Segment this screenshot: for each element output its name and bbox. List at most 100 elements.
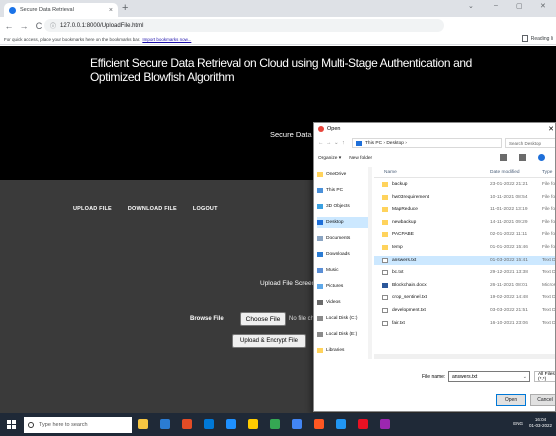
language-indicator[interactable]: ENG bbox=[513, 421, 523, 426]
file-type: Text D bbox=[542, 320, 556, 326]
cancel-button[interactable]: Cancel bbox=[530, 394, 555, 406]
menu-upload-file[interactable]: UPLOAD FILE bbox=[73, 206, 112, 212]
taskbar-app-icon[interactable] bbox=[204, 419, 214, 429]
tab-title: Secure Data Retrieval bbox=[20, 7, 74, 13]
new-folder-button[interactable]: New folder bbox=[349, 156, 372, 161]
column-name[interactable]: Name bbox=[384, 170, 397, 175]
url-text[interactable]: 127.0.0.1:8000/UploadFile.html bbox=[60, 23, 143, 29]
nav-item[interactable]: Downloads bbox=[317, 249, 369, 260]
menu-download-file[interactable]: DOWNLOAD FILE bbox=[128, 206, 177, 212]
address-bar[interactable]: ⓘ 127.0.0.1:8000/UploadFile.html bbox=[44, 19, 444, 32]
nav-item-label: Desktop bbox=[326, 220, 344, 225]
nav-item[interactable]: OneDrive bbox=[317, 169, 369, 180]
nav-item[interactable]: Local Disk (C:) bbox=[317, 313, 369, 324]
dialog-close-icon[interactable]: ✕ bbox=[548, 125, 554, 133]
file-name: answers.txt bbox=[392, 257, 417, 263]
organize-button[interactable]: Organize ▾ bbox=[318, 156, 341, 161]
column-date-modified[interactable]: Date modified bbox=[490, 170, 520, 175]
nav-item-label: OneDrive bbox=[326, 172, 347, 177]
file-row[interactable]: answers.txt 01-03-2022 15:41 Text D bbox=[374, 255, 555, 266]
nav-item[interactable]: Music bbox=[317, 265, 369, 276]
file-row[interactable]: fair.txt 16-10-2021 23:06 Text D bbox=[374, 319, 556, 329]
close-window-icon[interactable]: ✕ bbox=[540, 2, 546, 10]
file-row[interactable]: PACPABE 02-01-2022 11:11 File fol bbox=[374, 230, 555, 240]
taskbar-app-icon[interactable] bbox=[380, 419, 390, 429]
back-icon[interactable]: ← bbox=[3, 21, 15, 31]
file-list-scrollbar[interactable] bbox=[374, 354, 555, 359]
view-controls bbox=[500, 154, 553, 161]
new-tab-button[interactable]: + bbox=[122, 2, 128, 14]
file-row[interactable]: development.txt 03-03-2022 21:51 Text D bbox=[374, 306, 556, 316]
file-row[interactable]: backup 23-01-2022 21:21 File fol bbox=[374, 180, 555, 190]
file-date: 02-01-2022 11:11 bbox=[490, 232, 528, 238]
browser-tab[interactable]: Secure Data Retrieval × bbox=[4, 3, 118, 17]
file-row[interactable]: hw03requirement 10-11-2021 08:54 File fol bbox=[374, 193, 555, 203]
preview-pane-icon[interactable] bbox=[519, 154, 526, 161]
taskbar-app-icon[interactable] bbox=[292, 419, 302, 429]
taskbar-app-icon[interactable] bbox=[182, 419, 192, 429]
taskbar-app-icon[interactable] bbox=[336, 419, 346, 429]
maximize-icon[interactable]: ▢ bbox=[516, 2, 523, 10]
reading-list-button[interactable]: Reading li bbox=[521, 35, 553, 42]
nav-item[interactable]: Videos bbox=[317, 297, 369, 308]
dialog-path-text: This PC › Desktop › bbox=[365, 140, 407, 146]
taskbar-app-icon[interactable] bbox=[314, 419, 324, 429]
windows-start-icon[interactable] bbox=[7, 420, 16, 429]
nav-item[interactable]: Pictures bbox=[317, 281, 369, 292]
nav-item[interactable]: Desktop bbox=[317, 217, 369, 228]
file-row[interactable]: temp 01-01-2022 15:46 File fol bbox=[374, 243, 555, 253]
nav-item[interactable]: 3D Objects bbox=[317, 201, 369, 212]
dialog-back-icon[interactable]: ← bbox=[318, 140, 326, 146]
dialog-path-bar[interactable]: This PC › Desktop › bbox=[352, 138, 502, 148]
nav-scrollbar[interactable] bbox=[368, 167, 372, 359]
file-date: 26-11-2021 08:01 bbox=[490, 282, 528, 288]
taskbar-app-icon[interactable] bbox=[226, 419, 236, 429]
tab-search-icon[interactable]: ⌄ bbox=[468, 2, 474, 10]
help-icon[interactable] bbox=[538, 154, 545, 161]
open-button[interactable]: Open bbox=[496, 394, 526, 406]
file-date: 11-01-2022 13:19 bbox=[490, 207, 528, 213]
taskbar-app-icon[interactable] bbox=[358, 419, 368, 429]
site-info-icon[interactable]: ⓘ bbox=[50, 21, 56, 30]
menu-logout[interactable]: LOGOUT bbox=[193, 206, 218, 212]
taskbar-app-icon[interactable] bbox=[270, 419, 280, 429]
import-bookmarks-link[interactable]: Import bookmarks now... bbox=[142, 37, 191, 42]
change-view-icon[interactable] bbox=[500, 154, 507, 161]
file-name-input[interactable]: answers.txt ⌄ bbox=[448, 371, 530, 382]
taskbar-app-icon[interactable] bbox=[138, 419, 148, 429]
dialog-up-icon[interactable]: ↑ bbox=[342, 140, 350, 146]
dialog-title: Open bbox=[327, 126, 341, 132]
nav-item-label: Libraries bbox=[326, 348, 345, 353]
tab-strip: Secure Data Retrieval × + ⌄ – ▢ ✕ bbox=[0, 0, 556, 17]
choose-file-button[interactable]: Choose File bbox=[240, 312, 286, 326]
nav-item[interactable]: Libraries bbox=[317, 345, 369, 356]
file-type-select[interactable]: All Files (*.*) bbox=[534, 371, 555, 382]
tab-close-icon[interactable]: × bbox=[109, 7, 113, 14]
file-row[interactable]: MapReduce 11-01-2022 13:19 File fol bbox=[374, 205, 555, 215]
taskbar-app-icon[interactable] bbox=[160, 419, 170, 429]
nav-item[interactable]: Documents bbox=[317, 233, 369, 244]
upload-encrypt-button[interactable]: Upload & Encrypt File bbox=[232, 334, 306, 348]
nav-item-icon bbox=[317, 284, 323, 289]
reading-list-icon bbox=[521, 35, 528, 42]
file-row[interactable]: Blockchain.docx 26-11-2021 08:01 Micros bbox=[374, 281, 555, 291]
forward-icon[interactable]: → bbox=[18, 21, 30, 31]
file-row[interactable]: newbackup 14-11-2021 09:29 File fol bbox=[374, 218, 555, 228]
taskbar-app-icon[interactable] bbox=[248, 419, 258, 429]
taskbar-search-input[interactable]: Type here to search bbox=[24, 416, 132, 433]
file-date: 03-03-2022 21:51 bbox=[490, 308, 528, 313]
minimize-icon[interactable]: – bbox=[494, 2, 498, 9]
file-row[interactable]: crop_sentinel.txt 19-02-2022 14:48 Text D bbox=[374, 293, 555, 303]
page-heading: Efficient Secure Data Retrieval on Cloud… bbox=[90, 56, 472, 84]
dialog-forward-icon[interactable]: → bbox=[326, 140, 334, 146]
file-row[interactable]: bc.txt 29-12-2021 13:38 Text D bbox=[374, 268, 555, 278]
dialog-recent-icon[interactable]: ⌄ bbox=[334, 140, 342, 146]
dialog-search-input[interactable]: Search Desktop bbox=[505, 138, 555, 148]
nav-item[interactable]: Local Disk (E:) bbox=[317, 329, 369, 340]
file-type: Text D bbox=[542, 308, 556, 313]
nav-item[interactable]: This PC bbox=[317, 185, 369, 196]
column-type[interactable]: Type bbox=[542, 170, 552, 175]
nav-item-label: Videos bbox=[326, 300, 341, 305]
taskbar-clock[interactable]: 16:04 01-03-2022 bbox=[529, 417, 552, 429]
chevron-down-icon[interactable]: ⌄ bbox=[523, 374, 527, 380]
